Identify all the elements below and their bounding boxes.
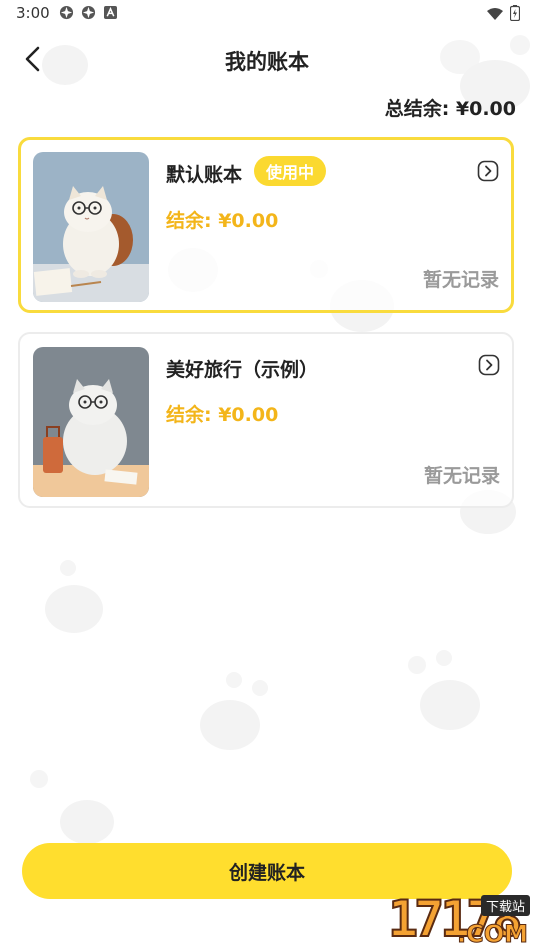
no-records-text: 暂无记录 <box>423 465 500 487</box>
system-icons <box>486 5 521 25</box>
notification-icons <box>58 4 118 20</box>
battery-icon <box>509 5 521 25</box>
ledger-cover-image <box>33 347 149 497</box>
ledger-card-travel[interactable]: 美好旅行（示例） 结余: ¥0.00 暂无记录 <box>18 332 514 508</box>
site-watermark-logo: 17178 下载站 .COM <box>304 888 534 950</box>
no-records-text: 暂无记录 <box>422 269 499 291</box>
ledger-name: 默认账本 <box>166 164 243 186</box>
watermark-tag: 下载站 <box>480 895 530 916</box>
in-use-badge: 使用中 <box>254 156 327 186</box>
ledger-cover-image <box>33 152 149 302</box>
ledger-balance: 结余: ¥0.00 <box>166 404 279 426</box>
total-balance: 总结余: ¥0.00 <box>384 98 516 120</box>
app-header: 我的账本 <box>0 36 534 80</box>
ledger-balance: 结余: ¥0.00 <box>166 210 279 232</box>
ledger-card-default[interactable]: 默认账本 使用中 结余: ¥0.00 暂无记录 <box>18 137 514 313</box>
watermark-suffix: .COM <box>456 920 528 949</box>
chevron-right-circle-icon[interactable] <box>477 160 499 182</box>
pinwheel-icon <box>80 4 96 20</box>
pinwheel-icon <box>58 4 74 20</box>
ledger-name: 美好旅行（示例） <box>166 359 319 381</box>
font-a-icon <box>102 4 118 20</box>
chevron-right-circle-icon[interactable] <box>478 354 500 376</box>
status-bar: 3:00 <box>0 0 534 28</box>
wifi-icon <box>486 6 504 25</box>
status-time: 3:00 <box>16 4 50 22</box>
page-title: 我的账本 <box>225 50 309 74</box>
